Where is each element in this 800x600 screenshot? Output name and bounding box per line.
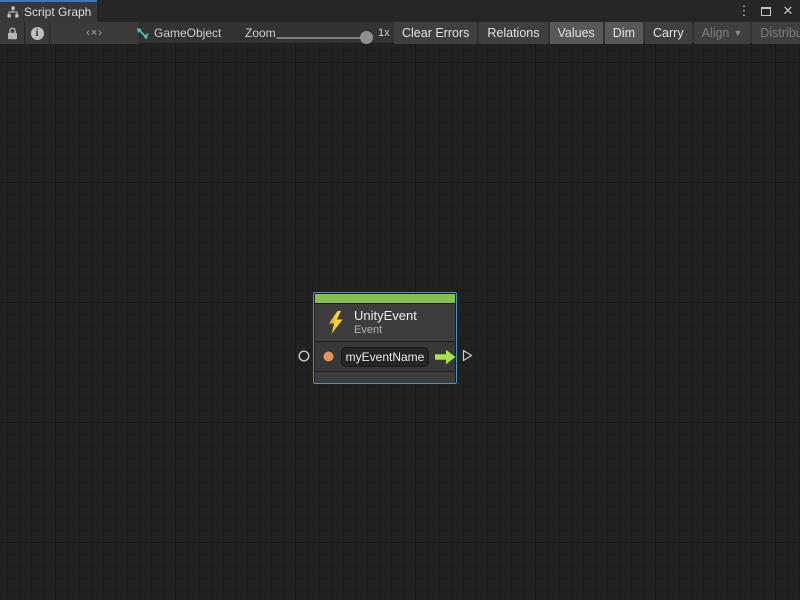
relations-toggle[interactable]: Relations — [479, 22, 547, 44]
value-input-port[interactable] — [323, 351, 334, 362]
lock-button[interactable] — [0, 22, 25, 44]
values-toggle[interactable]: Values — [550, 22, 603, 44]
trigger-output-port[interactable] — [462, 349, 473, 362]
trigger-arrow-icon[interactable] — [434, 349, 457, 365]
node-accent-strip — [315, 294, 455, 303]
graph-asset-icon — [136, 27, 149, 40]
info-icon: i — [31, 27, 44, 40]
code-toggle-button[interactable]: ‹×› — [50, 22, 140, 44]
distribute-dropdown[interactable]: Distribute ▼ — [752, 22, 800, 44]
node-port-row — [315, 342, 455, 371]
code-toggle-icon: ‹×› — [86, 27, 103, 39]
toolbar-button-row: Clear Errors Relations Values Dim Carry … — [394, 22, 800, 44]
close-icon[interactable]: ✕ — [780, 2, 796, 20]
node-title: UnityEvent — [354, 308, 417, 324]
trigger-input-port[interactable] — [298, 350, 310, 362]
dim-toggle[interactable]: Dim — [605, 22, 643, 44]
carry-toggle[interactable]: Carry — [645, 22, 692, 44]
maximize-icon[interactable] — [758, 2, 774, 20]
graph-target-label: GameObject — [154, 26, 221, 40]
node-footer — [315, 372, 455, 383]
node-subtitle: Event — [354, 324, 417, 338]
script-graph-icon — [7, 6, 19, 18]
tab-script-graph[interactable]: Script Graph — [0, 0, 97, 22]
zoom-value: 1x — [378, 22, 390, 44]
event-name-input[interactable] — [341, 347, 429, 367]
zoom-slider-track[interactable] — [276, 37, 370, 39]
chevron-down-icon: ▼ — [733, 28, 742, 38]
tab-title: Script Graph — [24, 5, 91, 19]
clear-errors-button[interactable]: Clear Errors — [394, 22, 477, 44]
titlebar: Script Graph ⋮ ✕ — [0, 0, 800, 22]
node-header[interactable]: UnityEvent Event — [315, 304, 455, 341]
graph-canvas[interactable]: UnityEvent Event — [0, 44, 800, 600]
info-button[interactable]: i — [25, 22, 50, 44]
menu-kebab-icon[interactable]: ⋮ — [736, 2, 752, 20]
script-graph-window: Script Graph ⋮ ✕ i ‹×› GameOb — [0, 0, 800, 600]
graph-toolbar: i ‹×› GameObject Zoom 1x Clear Errors Re… — [0, 22, 800, 44]
unity-event-node[interactable]: UnityEvent Event — [313, 292, 457, 384]
align-dropdown[interactable]: Align ▼ — [694, 22, 751, 44]
zoom-slider-handle[interactable] — [360, 31, 373, 44]
graph-target: GameObject — [136, 22, 221, 44]
lock-icon — [7, 27, 18, 40]
lightning-bolt-icon — [327, 311, 344, 334]
zoom-label: Zoom — [245, 22, 276, 44]
